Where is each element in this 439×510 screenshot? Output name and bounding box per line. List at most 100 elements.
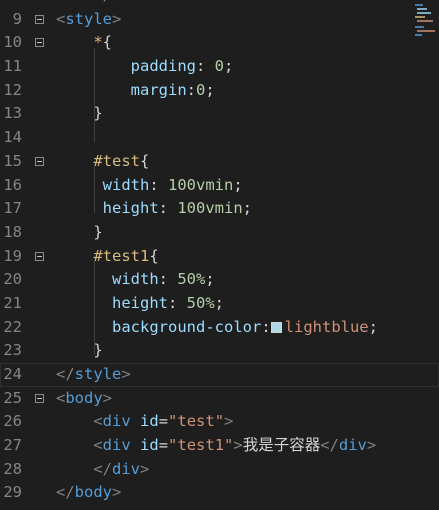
code-token: div	[112, 459, 140, 478]
code-text: background-color: lightblue;	[56, 316, 378, 340]
code-token: </	[320, 436, 339, 455]
line-number: 10	[3, 33, 22, 52]
code-token: "test"	[168, 412, 225, 431]
code-token: body	[65, 388, 103, 407]
fold-toggle-icon[interactable]	[35, 393, 44, 403]
line-number: 27	[3, 436, 22, 455]
code-token: 100vmin	[168, 175, 234, 194]
minimap-line	[415, 16, 425, 18]
code-text: height: 100vmin;	[56, 197, 252, 221]
code-line[interactable]: 13 }	[0, 102, 439, 126]
code-token: {	[102, 33, 113, 52]
code-token: width	[112, 270, 159, 289]
code-line[interactable]: 17 height: 100vmin;	[0, 197, 439, 221]
code-token: >	[224, 412, 234, 431]
fold-toggle-icon[interactable]	[35, 14, 44, 24]
code-line[interactable]: 22 background-color: lightblue;	[0, 316, 439, 340]
code-line[interactable]: 10 *{	[0, 31, 439, 55]
code-text: </body>	[56, 481, 121, 505]
code-token: :	[261, 317, 271, 336]
line-number: 11	[3, 57, 22, 76]
code-token: padding	[130, 57, 196, 76]
code-line[interactable]: 21 height: 50%;	[0, 292, 439, 316]
code-token: id	[140, 436, 159, 455]
code-text: #test1{	[56, 245, 159, 269]
fold-toggle-icon[interactable]	[35, 251, 44, 261]
line-number: 12	[3, 80, 22, 99]
code-token: >	[233, 436, 243, 455]
code-token: "test1"	[168, 436, 234, 455]
code-line[interactable]: 12 margin:0;	[0, 79, 439, 103]
code-token: >	[140, 459, 150, 478]
code-line[interactable]: 9 <style>	[0, 8, 439, 32]
line-number: 29	[3, 483, 22, 502]
code-text: <div id="test">	[56, 410, 233, 434]
code-token: >	[112, 483, 122, 502]
code-line[interactable]: 29 </body>	[0, 481, 439, 505]
line-number: 22	[3, 317, 22, 336]
line-number: 26	[3, 412, 22, 431]
code-token: }	[93, 341, 103, 360]
line-number: 24	[3, 365, 22, 383]
code-token: =	[158, 436, 169, 455]
line-number: 20	[3, 270, 22, 289]
code-line[interactable]: 18 }	[0, 221, 439, 245]
fold-toggle-icon[interactable]	[35, 156, 44, 166]
code-token: height	[112, 293, 168, 312]
code-line[interactable]: 20 width: 50%;	[0, 268, 439, 292]
code-text: margin:0;	[56, 79, 215, 103]
code-line[interactable]: 16 width: 100vmin;	[0, 174, 439, 198]
line-number: 15	[3, 151, 22, 170]
line-number: 17	[3, 199, 22, 218]
line-number: 19	[3, 246, 22, 265]
code-line[interactable]: 25 <body>	[0, 387, 439, 411]
line-number: 23	[3, 341, 22, 360]
code-line[interactable]: 19 #test1{	[0, 245, 439, 269]
code-token: ;	[233, 175, 243, 194]
code-token: >	[121, 365, 131, 383]
code-token: 0	[196, 80, 206, 99]
code-token: :	[149, 175, 169, 194]
code-token: #test1	[93, 246, 150, 265]
code-token: background-color	[112, 317, 262, 336]
fold-toggle-icon[interactable]	[35, 38, 44, 48]
minimap[interactable]	[413, 0, 439, 40]
line-number: 21	[3, 293, 22, 312]
code-token: :	[195, 57, 215, 76]
code-line[interactable]: 8 </head>	[0, 0, 439, 8]
code-line[interactable]: 28 </div>	[0, 458, 439, 482]
color-swatch-icon[interactable]	[270, 321, 282, 333]
line-number: 16	[3, 175, 22, 194]
code-token: ;	[205, 80, 215, 99]
code-line[interactable]: 27 <div id="test1">我是子容器</div>	[0, 434, 439, 458]
code-line[interactable]: 24 </style>	[0, 363, 439, 387]
minimap-line	[417, 20, 433, 22]
code-token: ;	[224, 57, 234, 76]
line-number: 28	[3, 459, 22, 478]
code-line[interactable]: 11 padding: 0;	[0, 55, 439, 79]
code-line[interactable]: 26 <div id="test">	[0, 410, 439, 434]
code-text: }	[56, 339, 103, 363]
code-editor[interactable]: 8 </head>9<style>10 *{11 padding: 0;12 m…	[0, 0, 439, 505]
code-line[interactable]: 15 #test{	[0, 150, 439, 174]
code-token: height	[102, 199, 159, 218]
code-token: id	[140, 412, 159, 431]
code-line[interactable]: 23 }	[0, 339, 439, 363]
code-token: lightblue	[284, 317, 369, 336]
code-token: >	[102, 388, 113, 407]
code-text: </style>	[56, 363, 131, 387]
code-token: {	[149, 246, 159, 265]
line-number: 8	[0, 0, 22, 8]
code-token: ;	[205, 270, 215, 289]
code-line[interactable]: 14	[0, 126, 439, 150]
code-token: margin	[130, 80, 187, 99]
